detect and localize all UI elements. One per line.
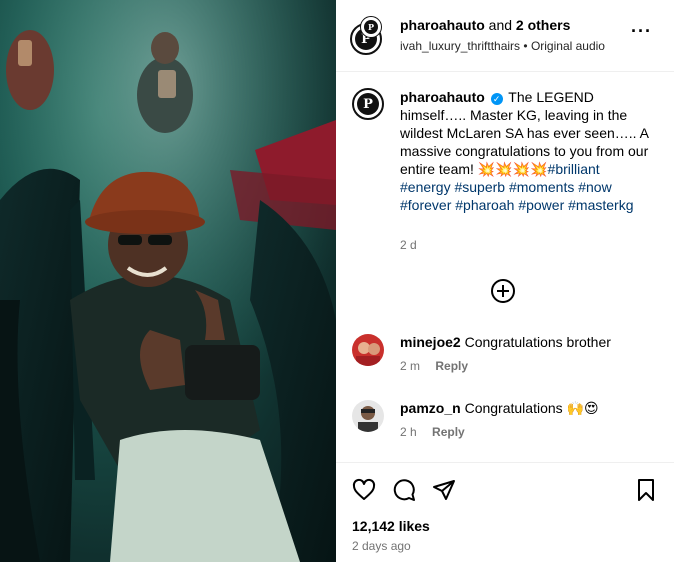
comment-time[interactable]: 2 h — [400, 425, 417, 439]
header-title: pharoahauto and 2 others — [400, 17, 570, 33]
reply-button[interactable]: Reply — [435, 359, 468, 373]
and-text: and — [484, 17, 516, 33]
likes-count[interactable]: 12,142 likes — [352, 518, 430, 534]
audio-separator: • — [520, 39, 531, 53]
avatar-logo-small: P — [364, 20, 378, 34]
bookmark-icon[interactable] — [634, 478, 658, 502]
comment-icon[interactable] — [392, 478, 416, 502]
caption-user[interactable]: pharoahauto — [400, 89, 485, 105]
avatar-logo: P — [357, 93, 379, 115]
post-photo — [0, 0, 336, 562]
audio-label[interactable]: Original audio — [531, 39, 605, 53]
collaborator-avatar[interactable]: P — [360, 16, 382, 38]
hashtag[interactable]: #brilliant — [548, 161, 600, 177]
reply-button[interactable]: Reply — [432, 425, 465, 439]
comment-time[interactable]: 2 m — [400, 359, 420, 373]
comment-body: Congratulations 🙌😍 — [464, 400, 599, 416]
hashtag[interactable]: #now — [578, 179, 611, 195]
hashtag[interactable]: #pharoah — [455, 197, 514, 213]
hashtag[interactable]: #superb — [454, 179, 505, 195]
plus-circle-icon[interactable] — [491, 279, 515, 303]
commenter-avatar[interactable] — [352, 334, 384, 366]
verified-badge-icon: ✓ — [490, 93, 503, 105]
hashtag[interactable]: #power — [518, 197, 564, 213]
account-name[interactable]: pharoahauto — [400, 17, 485, 33]
post-media[interactable] — [0, 0, 336, 562]
audio-user[interactable]: ivah_luxury_thriftthairs — [400, 39, 520, 53]
action-bar: 12,142 likes 2 days ago — [336, 462, 674, 562]
hashtag[interactable]: #masterkg — [568, 197, 633, 213]
caption: pharoahauto ✓ The LEGEND himself….. Mast… — [400, 88, 650, 214]
hashtag[interactable]: #energy — [400, 179, 451, 195]
caption-time[interactable]: 2 d — [400, 238, 417, 252]
others-link[interactable]: 2 others — [516, 17, 570, 33]
audio-line: ivah_luxury_thriftthairs • Original audi… — [400, 39, 605, 53]
comment-meta: 2 m Reply — [400, 359, 468, 373]
comment-text: pamzo_n Congratulations 🙌😍 — [400, 400, 599, 417]
commenter-avatar[interactable] — [352, 400, 384, 432]
caption-avatar[interactable]: P — [352, 88, 384, 120]
comment-body: Congratulations brother — [464, 334, 611, 350]
comment-user[interactable]: pamzo_n — [400, 400, 461, 416]
heart-icon[interactable] — [352, 478, 376, 502]
post-header: P P pharoahauto and 2 others ivah_luxury… — [336, 0, 674, 72]
comment-text: minejoe2 Congratulations brother — [400, 334, 611, 350]
share-icon[interactable] — [432, 478, 456, 502]
comment-user[interactable]: minejoe2 — [400, 334, 461, 350]
post-panel: P P pharoahauto and 2 others ivah_luxury… — [336, 0, 674, 562]
hashtag[interactable]: #forever — [400, 197, 451, 213]
hashtag[interactable]: #moments — [509, 179, 574, 195]
comment-meta: 2 h Reply — [400, 425, 465, 439]
more-options-icon[interactable]: ··· — [631, 22, 652, 40]
post-date: 2 days ago — [352, 539, 411, 553]
